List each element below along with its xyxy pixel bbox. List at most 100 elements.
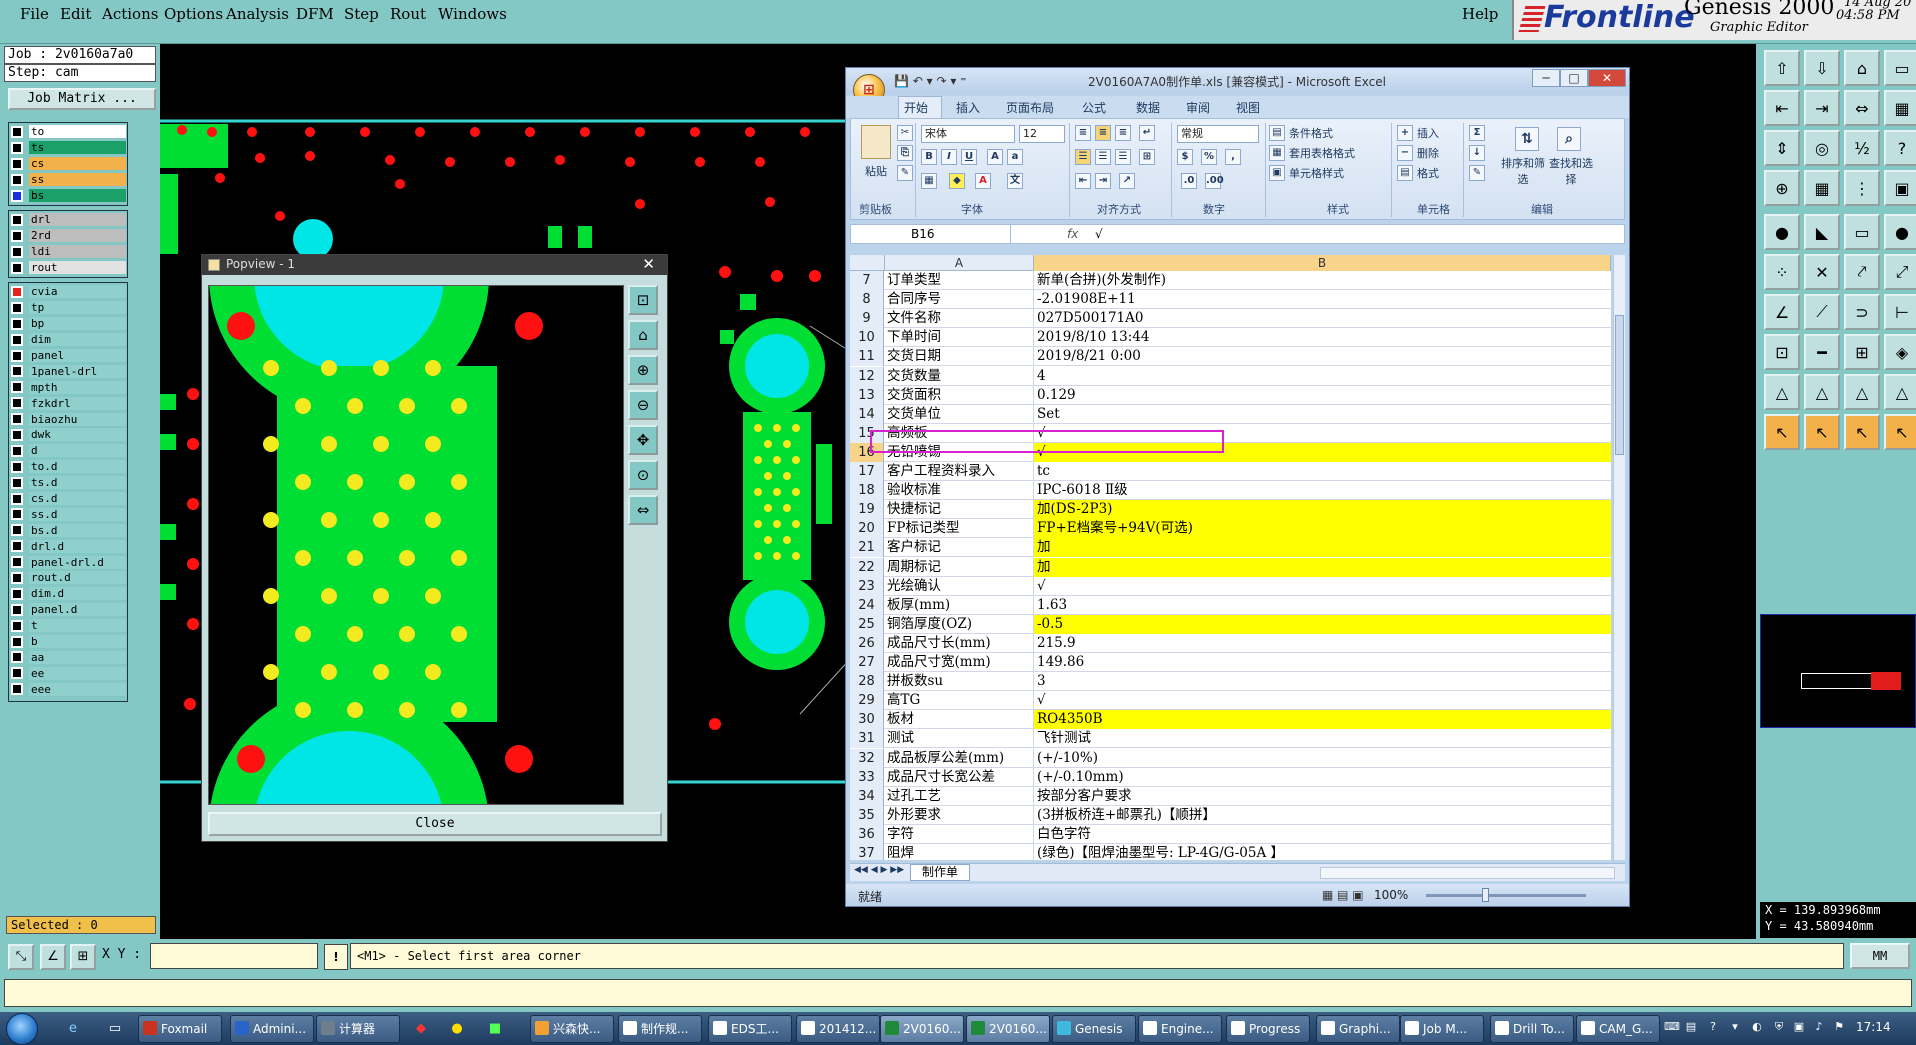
row-number[interactable]: 36 [850,824,884,844]
align-bottom-icon[interactable]: ≡ [1115,125,1131,141]
layer-row[interactable]: t [11,618,126,634]
keyboard-icon[interactable]: ⌨ [1664,1020,1680,1034]
cell-a[interactable]: 成品尺寸长(mm) [885,633,1034,653]
cell-a[interactable]: 客户标记 [885,538,1034,558]
select-all-corner[interactable] [850,255,885,271]
taskbar-button[interactable]: Foxmail [138,1015,222,1043]
tool-button-icon[interactable]: ⊡ [1764,334,1800,370]
tool-button-icon[interactable]: ⁘ [1764,254,1800,290]
view-mode-icons[interactable]: ▦ ▤ ▣ [1322,888,1364,902]
layer-checkbox[interactable] [11,189,23,202]
network-icon[interactable]: ◐ [1750,1020,1764,1034]
row-number[interactable]: 7 [850,271,884,290]
layer-row[interactable]: aa [11,649,126,665]
increase-indent-icon[interactable]: ⇥ [1095,173,1111,189]
layer-row[interactable]: ee [11,665,126,681]
tool-button-icon[interactable]: ⤢ [1884,254,1916,290]
zoom-fit-icon[interactable]: ⊡ [628,285,658,315]
row-number[interactable]: 14 [850,404,884,424]
cell-a[interactable]: 验收标准 [885,481,1034,501]
cell-a[interactable]: 铜箔厚度(OZ) [885,614,1034,634]
tool-button-icon[interactable]: ? [1884,130,1916,166]
taskbar-button[interactable]: Engine... [1138,1015,1222,1043]
ie-icon[interactable]: e [62,1019,84,1039]
font-shrink-icon[interactable]: a [1007,149,1023,165]
cell-b[interactable]: 飞针测试 [1034,729,1611,748]
row-number[interactable]: 20 [850,519,884,539]
taskbar-button[interactable]: Job M... [1400,1015,1484,1043]
menu-help[interactable]: Help [1462,5,1498,23]
tool-button-icon[interactable]: ⊕ [1764,170,1800,206]
cell-b[interactable]: 4 [1034,367,1611,386]
row-number[interactable]: 18 [850,481,884,501]
row-number[interactable]: 12 [850,366,884,386]
ribbon-tab[interactable]: 公式 [1082,99,1106,116]
start-button-icon[interactable] [6,1013,38,1045]
tool-button-icon[interactable]: ⊢ [1884,294,1916,330]
job-matrix-button[interactable]: Job Matrix ... [8,88,156,110]
layer-name[interactable]: t [29,619,126,633]
fill-color-icon[interactable]: ◆ [949,173,965,189]
layer-checkbox[interactable] [11,683,23,696]
layer-name[interactable]: cs.d [29,492,126,506]
layer-name[interactable]: dim [29,333,126,347]
taskbar-button[interactable]: 兴森快... [530,1015,614,1043]
layer-name[interactable]: ss [29,173,126,187]
horizontal-scrollbar[interactable] [1320,867,1615,879]
row-number[interactable]: 25 [850,614,884,634]
layer-checkbox[interactable] [11,508,23,521]
layer-checkbox[interactable] [11,317,23,330]
formula-input[interactable]: √ [1095,225,1103,243]
layer-checkbox[interactable] [11,173,23,186]
layer-checkbox[interactable] [11,261,23,274]
layer-name[interactable]: ee [29,666,126,680]
tool-button-icon[interactable]: ⋮ [1844,170,1880,206]
popview-titlebar[interactable]: Popview - 1 ✕ [202,255,667,275]
tool-button-icon[interactable]: ⟋ [1804,294,1840,330]
layer-row[interactable]: 2rd [11,228,126,244]
align-left-icon[interactable]: ☰ [1075,149,1091,165]
layer-name[interactable]: eee [29,682,126,696]
tool-button-icon[interactable]: ● [1884,214,1916,250]
row-number[interactable]: 8 [850,290,884,310]
app-icon[interactable]: ◆ [410,1019,432,1039]
ribbon-tab[interactable]: 审阅 [1186,99,1210,116]
tool-button-icon[interactable]: ▭ [1844,214,1880,250]
zoom-level[interactable]: 100% [1374,888,1408,902]
cell-b[interactable]: Set [1034,405,1611,424]
quick-access-toolbar[interactable]: 💾 ↶ ▾ ↷ ▾ ⁼ [894,74,967,88]
tray-expand-icon[interactable]: ▾ [1728,1020,1742,1034]
cell-a[interactable]: 过孔工艺 [885,786,1034,806]
tool-button-icon[interactable]: △ [1884,374,1916,410]
wrap-text-icon[interactable]: ↵ [1139,125,1155,141]
tool-button-icon[interactable]: △ [1804,374,1840,410]
cell-a[interactable]: 阻焊 [885,844,1034,860]
row-number[interactable]: 22 [850,557,884,577]
cell-b[interactable]: 0.129 [1034,386,1611,405]
taskbar-button[interactable]: 计算器 [316,1015,400,1043]
row-number[interactable]: 35 [850,805,884,825]
row-number[interactable]: 26 [850,633,884,653]
explorer-icon[interactable]: ▭ [104,1019,126,1039]
taskbar-button[interactable]: 制作规... [618,1015,702,1043]
menu-item[interactable]: Options [164,5,223,23]
layer-name[interactable]: biaozhu [29,412,126,426]
row-number[interactable]: 27 [850,653,884,672]
layer-checkbox[interactable] [11,157,23,170]
ribbon-tab[interactable]: 页面布局 [1006,99,1054,116]
underline-icon[interactable]: U [961,149,977,165]
layer-name[interactable]: 2rd [29,229,126,243]
zoom-in-icon[interactable]: ⊕ [628,355,658,385]
center-icon[interactable]: ⊙ [628,460,658,490]
layer-row[interactable]: tp [11,300,126,316]
layer-name[interactable]: d [29,444,126,458]
cell-b[interactable]: 2019/8/10 13:44 [1034,328,1611,347]
tool-button-icon[interactable]: ⇥ [1804,90,1840,126]
cell-a[interactable]: 交货日期 [885,347,1034,367]
tool-button-icon[interactable]: ━ [1804,334,1840,370]
layer-row[interactable]: rout [11,260,126,276]
sort-filter-icon[interactable]: ⇅ [1515,127,1539,151]
layer-row[interactable]: d [11,443,126,459]
layer-name[interactable]: bs [29,189,126,202]
layer-name[interactable]: to.d [29,460,126,474]
